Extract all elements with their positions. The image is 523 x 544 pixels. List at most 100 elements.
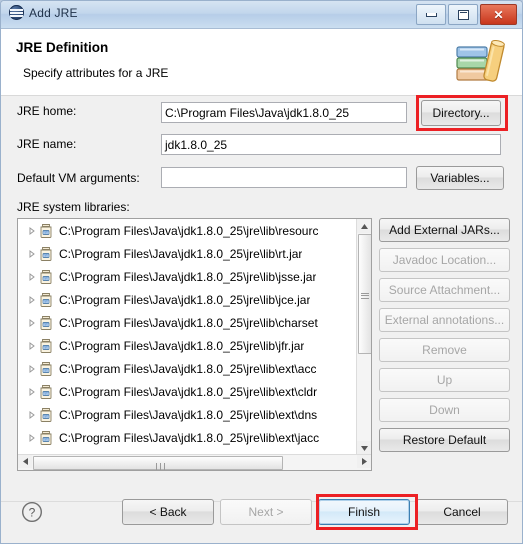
- library-row[interactable]: 010 C:\Program Files\Java\jdk1.8.0_25\jr…: [18, 219, 357, 242]
- library-row[interactable]: 010 C:\Program Files\Java\jdk1.8.0_25\jr…: [18, 426, 357, 449]
- library-path: C:\Program Files\Java\jdk1.8.0_25\jre\li…: [59, 430, 320, 445]
- library-path: C:\Program Files\Java\jdk1.8.0_25\jre\li…: [59, 407, 318, 422]
- close-button[interactable]: ✕: [480, 4, 517, 25]
- expand-arrow-icon[interactable]: [26, 433, 38, 442]
- jar-icon: 010: [38, 223, 54, 238]
- scroll-down-button[interactable]: [357, 441, 371, 455]
- expand-arrow-icon: [29, 410, 35, 419]
- remove-button: Remove: [379, 338, 510, 362]
- minimize-button[interactable]: [416, 4, 446, 25]
- library-path: C:\Program Files\Java\jdk1.8.0_25\jre\li…: [59, 223, 319, 238]
- cancel-button[interactable]: Cancel: [416, 499, 508, 525]
- expand-arrow-icon[interactable]: [26, 249, 38, 258]
- scroll-up-button[interactable]: [357, 219, 371, 233]
- vm-args-input[interactable]: [161, 167, 407, 188]
- libraries-label: JRE system libraries:: [17, 200, 130, 214]
- library-row[interactable]: 010 C:\Program Files\Java\jdk1.8.0_25\jr…: [18, 334, 357, 357]
- vm-args-label: Default VM arguments:: [17, 171, 140, 185]
- libraries-list[interactable]: 010 C:\Program Files\Java\jdk1.8.0_25\jr…: [17, 218, 372, 471]
- dialog-header: JRE Definition Specify attributes for a …: [1, 29, 522, 96]
- down-button: Down: [379, 398, 510, 422]
- svg-text:010: 010: [43, 277, 49, 281]
- directory-button[interactable]: Directory...: [421, 100, 501, 126]
- horizontal-scroll-thumb[interactable]: [33, 456, 283, 470]
- expand-arrow-icon: [29, 341, 35, 350]
- library-row[interactable]: 010 C:\Program Files\Java\jdk1.8.0_25\jr…: [18, 311, 357, 334]
- title-bar-left: Add JRE: [9, 5, 78, 20]
- jar-icon: 010: [38, 315, 54, 330]
- horizontal-scrollbar[interactable]: [18, 454, 371, 470]
- expand-arrow-icon[interactable]: [26, 410, 38, 419]
- svg-text:010: 010: [43, 415, 49, 419]
- jar-icon: 010: [40, 247, 52, 261]
- vm-args-row: Default VM arguments:: [17, 171, 140, 185]
- jar-icon: 010: [40, 339, 52, 353]
- window-title: Add JRE: [29, 5, 78, 20]
- jar-icon: 010: [40, 385, 52, 399]
- window-controls: ✕: [416, 4, 517, 25]
- expand-arrow-icon[interactable]: [26, 226, 38, 235]
- add-external-jars-button[interactable]: Add External JARs...: [379, 218, 510, 242]
- scroll-left-button[interactable]: [18, 455, 32, 468]
- library-path: C:\Program Files\Java\jdk1.8.0_25\jre\li…: [59, 269, 317, 284]
- scroll-right-button[interactable]: [357, 455, 371, 468]
- eclipse-icon: [9, 5, 24, 20]
- chevron-right-icon: [361, 458, 367, 465]
- jre-home-input[interactable]: C:\Program Files\Java\jdk1.8.0_25: [161, 102, 407, 123]
- expand-arrow-icon[interactable]: [26, 272, 38, 281]
- library-path: C:\Program Files\Java\jdk1.8.0_25\jre\li…: [59, 361, 317, 376]
- expand-arrow-icon[interactable]: [26, 295, 38, 304]
- restore-default-button[interactable]: Restore Default: [379, 428, 510, 452]
- library-row[interactable]: 010 C:\Program Files\Java\jdk1.8.0_25\jr…: [18, 357, 357, 380]
- chevron-down-icon: [360, 445, 368, 451]
- back-button[interactable]: < Back: [122, 499, 214, 525]
- libraries-rows: 010 C:\Program Files\Java\jdk1.8.0_25\jr…: [18, 219, 357, 453]
- expand-arrow-icon[interactable]: [26, 318, 38, 327]
- finish-button[interactable]: Finish: [318, 499, 410, 525]
- dialog-body: JRE home: C:\Program Files\Java\jdk1.8.0…: [1, 95, 522, 501]
- library-row[interactable]: 010 C:\Program Files\Java\jdk1.8.0_25\jr…: [18, 265, 357, 288]
- jre-name-label: JRE name:: [17, 137, 77, 151]
- wizard-buttons: < Back Next > Finish Cancel: [122, 499, 508, 525]
- svg-text:010: 010: [43, 369, 49, 373]
- add-jre-dialog: Add JRE ✕ JRE Definition Specify attribu…: [0, 0, 523, 544]
- help-icon[interactable]: ?: [21, 501, 43, 523]
- maximize-button[interactable]: [448, 4, 478, 25]
- javadoc-location-button: Javadoc Location...: [379, 248, 510, 272]
- jre-name-input[interactable]: jdk1.8.0_25: [161, 134, 501, 155]
- minimize-icon: [425, 12, 437, 17]
- expand-arrow-icon: [29, 433, 35, 442]
- variables-button[interactable]: Variables...: [416, 166, 504, 190]
- expand-arrow-icon[interactable]: [26, 341, 38, 350]
- jar-icon: 010: [40, 293, 52, 307]
- expand-arrow-icon: [29, 364, 35, 373]
- library-row[interactable]: 010 C:\Program Files\Java\jdk1.8.0_25\jr…: [18, 242, 357, 265]
- svg-text:010: 010: [43, 231, 49, 235]
- svg-text:?: ?: [29, 506, 36, 520]
- expand-arrow-icon: [29, 387, 35, 396]
- expand-arrow-icon: [29, 318, 35, 327]
- jar-icon: 010: [38, 361, 54, 376]
- library-actions: Add External JARs... Javadoc Location... S…: [379, 218, 510, 458]
- vertical-scroll-thumb[interactable]: [358, 234, 371, 354]
- source-attachment-button: Source Attachment...: [379, 278, 510, 302]
- svg-text:010: 010: [43, 392, 49, 396]
- expand-arrow-icon: [29, 295, 35, 304]
- library-row[interactable]: 010 C:\Program Files\Java\jdk1.8.0_25\jr…: [18, 380, 357, 403]
- jar-icon: 010: [40, 224, 52, 238]
- jar-icon: 010: [38, 384, 54, 399]
- expand-arrow-icon[interactable]: [26, 364, 38, 373]
- library-row[interactable]: 010 C:\Program Files\Java\jdk1.8.0_25\jr…: [18, 288, 357, 311]
- library-row[interactable]: 010 C:\Program Files\Java\jdk1.8.0_25\jr…: [18, 449, 357, 453]
- jar-icon: 010: [38, 338, 54, 353]
- next-button: Next >: [220, 499, 312, 525]
- jar-icon: 010: [38, 407, 54, 422]
- jar-icon: 010: [38, 269, 54, 284]
- title-bar: Add JRE ✕: [1, 1, 522, 29]
- jar-icon: 010: [40, 270, 52, 284]
- library-row[interactable]: 010 C:\Program Files\Java\jdk1.8.0_25\jr…: [18, 403, 357, 426]
- vertical-scrollbar[interactable]: [356, 219, 371, 455]
- jre-home-label: JRE home:: [17, 104, 77, 118]
- close-icon: ✕: [493, 7, 504, 22]
- expand-arrow-icon[interactable]: [26, 387, 38, 396]
